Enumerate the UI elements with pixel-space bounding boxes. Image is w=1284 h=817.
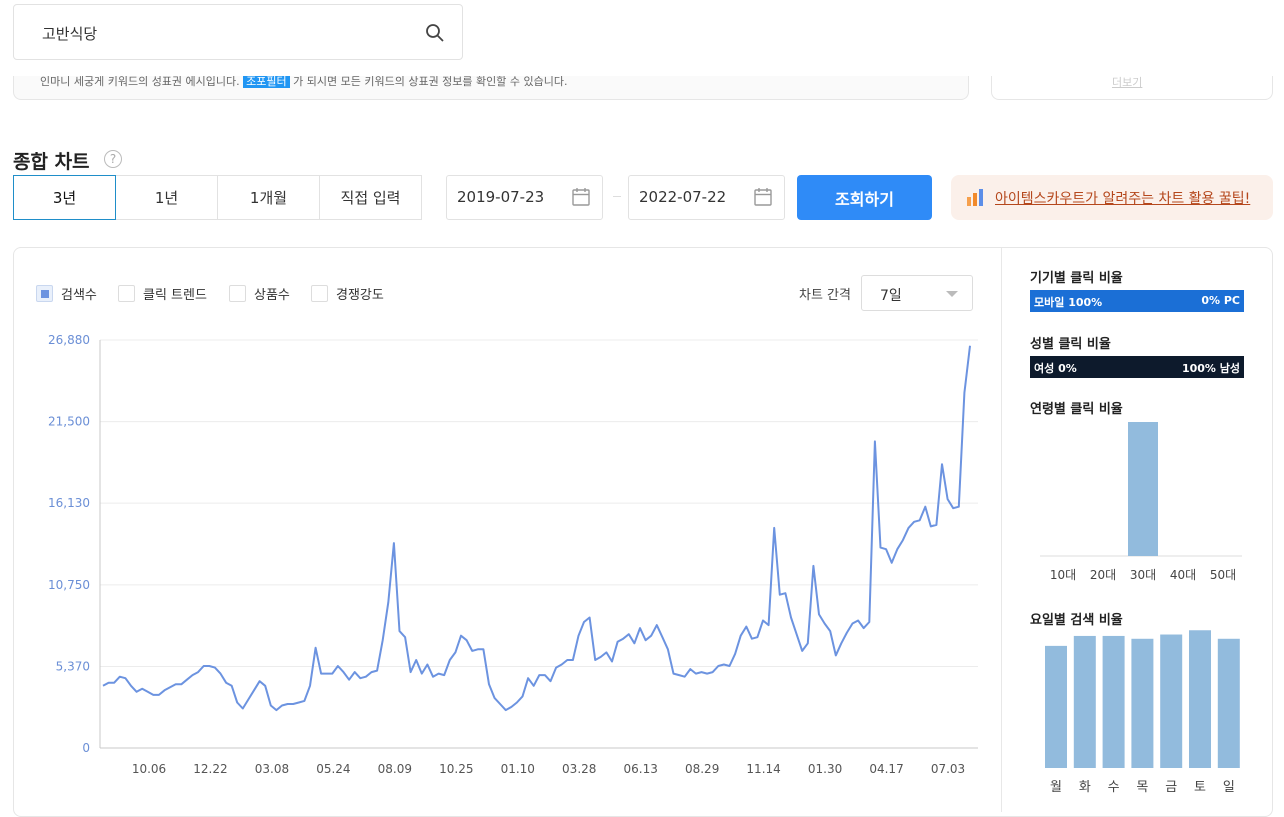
search-field[interactable]: 고반식당 bbox=[13, 4, 463, 60]
age-category-label: 20대 bbox=[1090, 568, 1116, 582]
checkbox[interactable] bbox=[229, 285, 246, 302]
bar-chart-icon bbox=[967, 189, 983, 206]
device-ratio-title: 기기별 클릭 비율 bbox=[1030, 271, 1123, 286]
gender-male-label: 100% 남성 bbox=[1181, 362, 1240, 375]
gender-ratio-bar: 여성 0% 100% 남성 bbox=[1030, 356, 1244, 378]
x-tick-label: 06.13 bbox=[624, 762, 658, 776]
age-category-label: 40대 bbox=[1170, 568, 1196, 582]
weekday-bar bbox=[1045, 645, 1067, 768]
weekday-label: 금 bbox=[1165, 780, 1177, 795]
calendar-icon[interactable] bbox=[754, 187, 772, 207]
y-tick-label: 10,750 bbox=[48, 578, 90, 592]
calendar-icon[interactable] bbox=[572, 187, 590, 207]
legend-product-count[interactable]: 상품수 bbox=[229, 284, 290, 303]
end-date-field[interactable]: 2022-07-22 bbox=[628, 175, 785, 220]
x-tick-label: 05.24 bbox=[316, 762, 350, 776]
weekday-bar bbox=[1160, 634, 1183, 768]
legend-click-trend[interactable]: 클릭 트렌드 bbox=[118, 284, 207, 303]
age-bar bbox=[1128, 422, 1158, 556]
weekday-bar bbox=[1073, 635, 1096, 768]
tab-1-year[interactable]: 1년 bbox=[115, 175, 218, 220]
tip-banner-text[interactable]: 아이템스카우트가 알려주는 차트 활용 꿀팁! bbox=[995, 188, 1250, 208]
legend-search-volume[interactable]: 검색수 bbox=[36, 284, 97, 303]
notice-text-after: 가 되시면 모든 키워드의 상표권 정보를 확인할 수 있습니다. bbox=[293, 75, 568, 88]
interval-select[interactable]: 7일 bbox=[861, 275, 973, 311]
device-ratio-bar: 모바일 100% 0% PC bbox=[1030, 290, 1244, 312]
age-category-label: 30대 bbox=[1130, 568, 1156, 582]
y-tick-label: 5,370 bbox=[56, 659, 90, 673]
y-tick-label: 21,500 bbox=[48, 415, 90, 429]
weekday-label: 월 bbox=[1050, 780, 1062, 795]
weekday-bar bbox=[1102, 635, 1125, 768]
weekday-ratio-bar-chart: 월화수목금토일 bbox=[1045, 630, 1240, 795]
weekday-bar bbox=[1189, 630, 1211, 768]
y-tick-label: 16,130 bbox=[48, 496, 90, 510]
tab-3-years[interactable]: 3년 bbox=[13, 175, 116, 220]
checkbox[interactable] bbox=[118, 285, 135, 302]
start-date-value: 2019-07-23 bbox=[457, 188, 545, 206]
tab-custom-input[interactable]: 직접 입력 bbox=[319, 175, 422, 220]
device-pc-label: 0% PC bbox=[1201, 294, 1240, 307]
chevron-down-icon bbox=[946, 291, 958, 297]
weekday-bar bbox=[1131, 638, 1154, 768]
start-date-field[interactable]: 2019-07-23 bbox=[446, 175, 603, 220]
search-icon[interactable] bbox=[425, 23, 445, 43]
checkbox-checked[interactable] bbox=[36, 285, 53, 302]
gender-ratio-title: 성별 클릭 비율 bbox=[1030, 337, 1111, 352]
checkbox[interactable] bbox=[311, 285, 328, 302]
x-tick-label: 03.08 bbox=[255, 762, 289, 776]
x-tick-label: 03.28 bbox=[562, 762, 596, 776]
header-mask bbox=[0, 60, 1284, 76]
weekday-label: 화 bbox=[1079, 780, 1091, 795]
age-category-label: 10대 bbox=[1050, 568, 1076, 582]
side-more-link[interactable]: 더보기 bbox=[1112, 74, 1142, 90]
legend-label: 검색수 bbox=[61, 288, 97, 303]
age-category-label: 50대 bbox=[1210, 568, 1236, 582]
weekday-bar bbox=[1217, 638, 1240, 768]
period-tabs: 3년 1년 1개월 직접 입력 bbox=[13, 175, 422, 220]
x-tick-label: 01.10 bbox=[501, 762, 535, 776]
weekday-label: 일 bbox=[1223, 780, 1235, 795]
interval-value: 7일 bbox=[880, 288, 902, 304]
notice-text-before: 인마니 세궁게 키워드의 성표권 에시입니다. bbox=[40, 75, 240, 88]
x-tick-label: 10.25 bbox=[439, 762, 473, 776]
legend-label: 상품수 bbox=[254, 288, 290, 303]
legend-label: 클릭 트렌드 bbox=[143, 288, 207, 303]
date-range-separator bbox=[613, 196, 621, 197]
age-ratio-bar-chart: 10대 20대 30대 40대 50대 bbox=[1040, 422, 1242, 582]
search-volume-line-chart: 0 5,370 10,750 16,130 21,500 26,880 10.06 12.22… bbox=[48, 333, 978, 776]
gender-female-label: 여성 0% bbox=[1034, 362, 1077, 375]
search-input-value[interactable]: 고반식당 bbox=[42, 23, 97, 44]
y-tick-label: 0 bbox=[82, 741, 90, 755]
tip-banner[interactable]: 아이템스카우트가 알려주는 차트 활용 꿀팁! bbox=[951, 175, 1273, 220]
panel-divider bbox=[1001, 248, 1002, 812]
weekday-label: 토 bbox=[1194, 780, 1206, 795]
x-tick-label: 04.17 bbox=[869, 762, 903, 776]
end-date-value: 2022-07-22 bbox=[639, 188, 727, 206]
query-button[interactable]: 조회하기 bbox=[797, 175, 932, 220]
x-tick-label: 11.14 bbox=[746, 762, 780, 776]
x-tick-label: 08.29 bbox=[685, 762, 719, 776]
x-tick-label: 12.22 bbox=[193, 762, 227, 776]
weekday-ratio-title: 요일별 검색 비율 bbox=[1030, 613, 1123, 628]
x-tick-label: 01.30 bbox=[808, 762, 842, 776]
notice-highlight[interactable]: 조포필터 bbox=[243, 75, 290, 88]
section-title: 종합 차트 bbox=[13, 151, 90, 173]
legend-label: 경쟁강도 bbox=[336, 288, 384, 303]
legend-competition[interactable]: 경쟁강도 bbox=[311, 284, 384, 303]
weekday-label: 수 bbox=[1108, 780, 1120, 795]
x-tick-label: 10.06 bbox=[132, 762, 166, 776]
x-tick-label: 08.09 bbox=[378, 762, 412, 776]
device-mobile-label: 모바일 100% bbox=[1034, 296, 1103, 309]
series-line-search-volume bbox=[102, 345, 971, 712]
y-tick-label: 26,880 bbox=[48, 333, 90, 347]
question-mark-icon[interactable]: ? bbox=[104, 150, 122, 168]
tab-1-month[interactable]: 1개월 bbox=[217, 175, 320, 220]
x-tick-label: 07.03 bbox=[931, 762, 965, 776]
weekday-label: 목 bbox=[1136, 780, 1148, 795]
interval-label: 차트 간격 bbox=[799, 288, 851, 303]
